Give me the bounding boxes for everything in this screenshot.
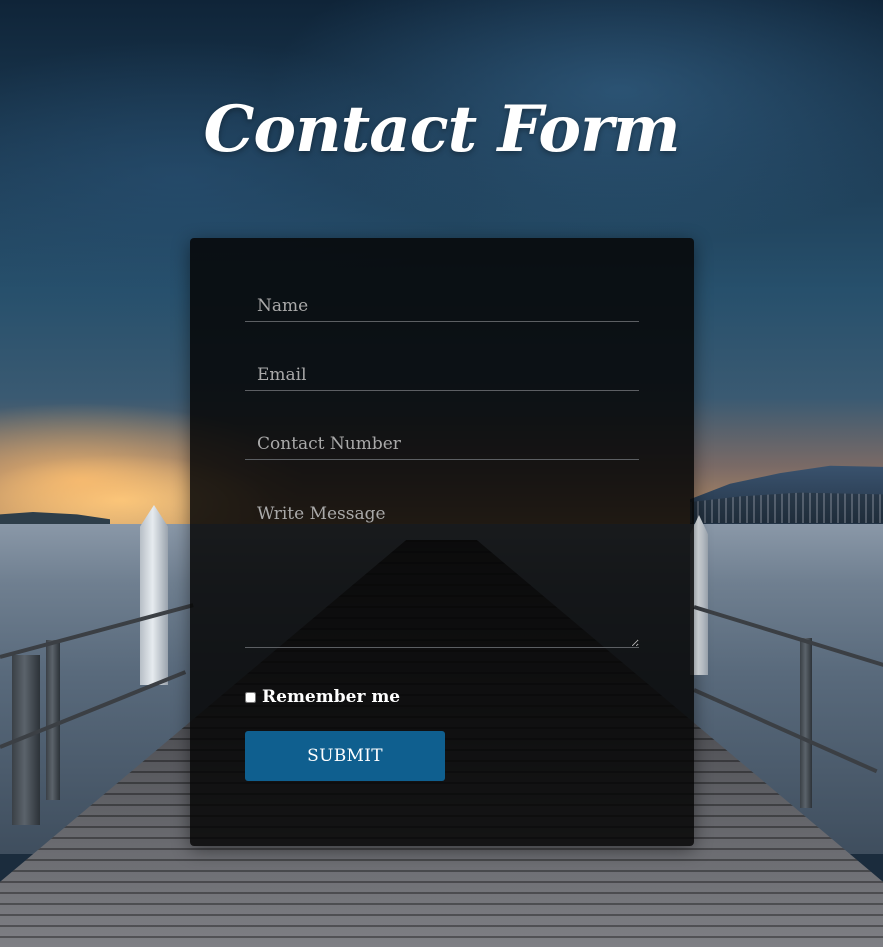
remember-me-checkbox[interactable] <box>245 691 256 703</box>
remember-me-label: Remember me <box>262 687 401 707</box>
pier-post-left <box>140 505 168 685</box>
email-input[interactable] <box>245 359 639 391</box>
pier-post-left-2 <box>46 640 60 800</box>
pier-post-right-near <box>800 638 812 808</box>
page-title: Contact Form <box>203 92 680 167</box>
message-textarea[interactable] <box>245 500 639 648</box>
remember-me-row[interactable]: Remember me <box>245 686 400 708</box>
submit-button[interactable]: SUBMIT <box>245 731 445 781</box>
contact-number-input[interactable] <box>245 428 639 460</box>
contact-form-card: Remember me SUBMIT <box>190 238 694 846</box>
name-input[interactable] <box>245 290 639 322</box>
